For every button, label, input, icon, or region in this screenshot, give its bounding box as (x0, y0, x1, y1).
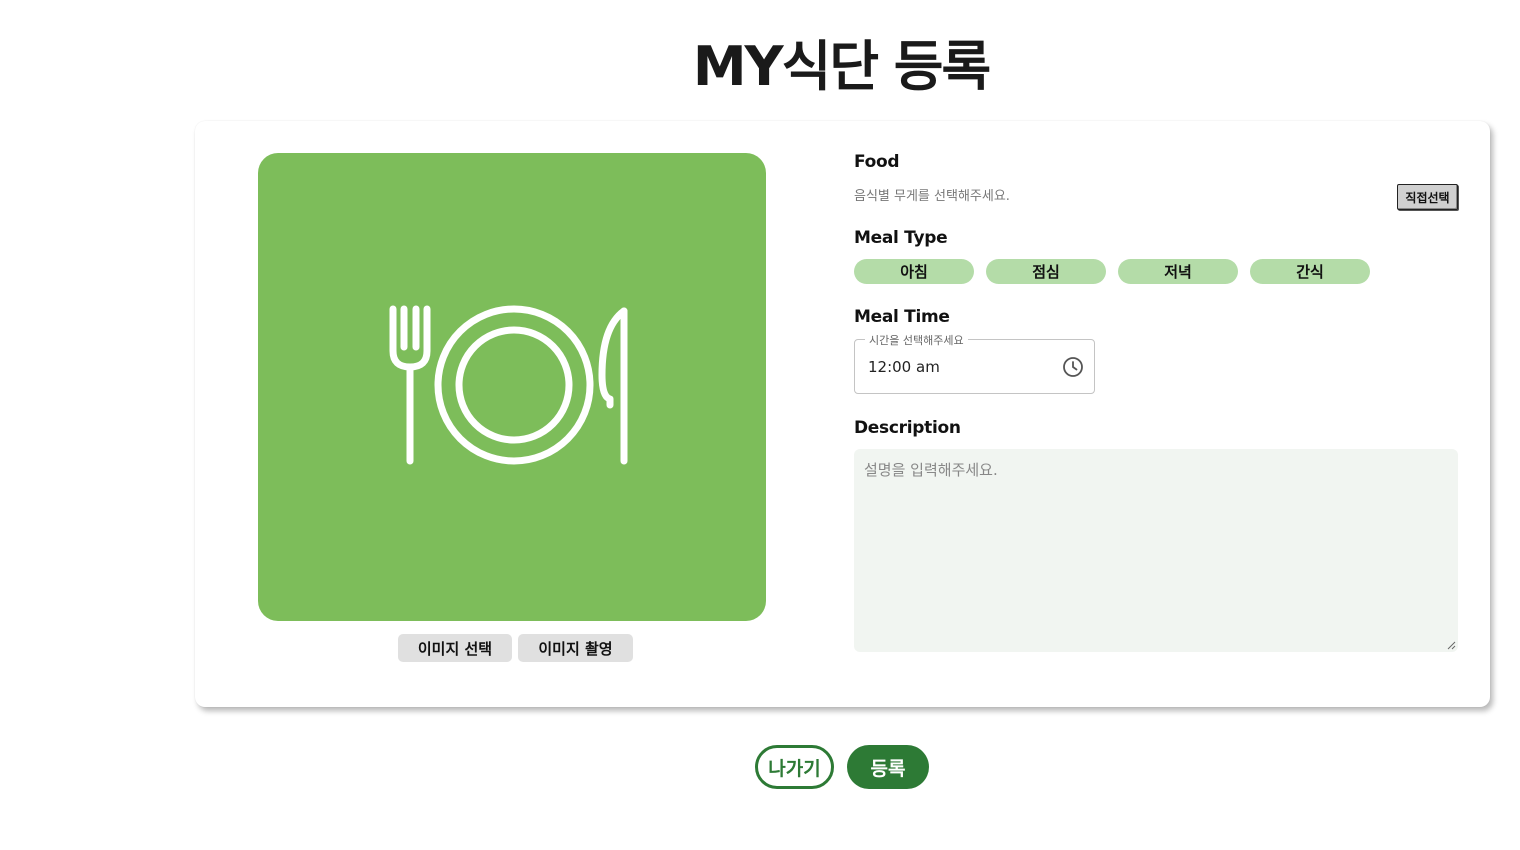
capture-image-button[interactable]: 이미지 촬영 (518, 634, 633, 662)
page-title: MY식단 등록 (692, 35, 991, 98)
meal-type-snack[interactable]: 간식 (1250, 259, 1370, 284)
description-label: Description (854, 418, 961, 438)
meal-image-preview (258, 153, 766, 621)
food-label: Food (854, 152, 900, 172)
submit-button[interactable]: 등록 (847, 745, 929, 789)
description-textarea[interactable]: 설명을 입력해주세요. (854, 449, 1458, 652)
select-image-button[interactable]: 이미지 선택 (398, 634, 512, 662)
plate-fork-knife-icon (389, 305, 628, 465)
meal-time-legend: 시간을 선택해주세요 (865, 332, 968, 348)
meal-type-dinner[interactable]: 저녁 (1118, 259, 1238, 284)
meal-type-lunch[interactable]: 점심 (986, 259, 1106, 284)
exit-button[interactable]: 나가기 (755, 745, 834, 789)
direct-select-button[interactable]: 직접선택 (1397, 184, 1458, 210)
resize-grip-icon[interactable] (1447, 641, 1456, 650)
meal-time-input[interactable]: 시간을 선택해주세요 12:00 am (854, 332, 1095, 394)
description-placeholder: 설명을 입력해주세요. (864, 461, 998, 479)
meal-type-label: Meal Type (854, 228, 948, 248)
meal-time-label: Meal Time (854, 307, 950, 327)
meal-type-breakfast[interactable]: 아침 (854, 259, 974, 284)
meal-form-card: 이미지 선택 이미지 촬영 Food 음식별 무게를 선택해주세요. 직접선택 … (195, 121, 1490, 707)
clock-icon[interactable] (1062, 356, 1084, 378)
food-hint[interactable]: 음식별 무게를 선택해주세요. (854, 185, 1010, 204)
meal-time-value: 12:00 am (868, 358, 940, 376)
